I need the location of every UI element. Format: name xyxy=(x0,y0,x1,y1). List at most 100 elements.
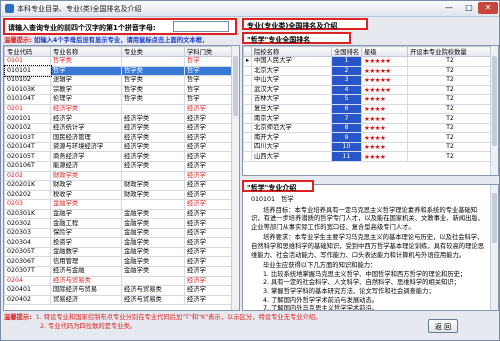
rank-row[interactable]: 复旦大学 6 ★★★★ T2 xyxy=(243,103,493,115)
major-row[interactable]: 020301K 金融学 金融学类 经济学 xyxy=(4,208,234,220)
rank-cell-stars: ★★★★★ xyxy=(361,84,408,96)
intro-panel[interactable]: 010101 哲学 培养目标：本专业培养具有一定马克思主义哲学理论素养和系统的专… xyxy=(242,184,499,311)
rank-cell-count: T2 xyxy=(407,151,493,162)
major-row[interactable]: 0101 哲学类 哲学 xyxy=(4,56,234,67)
list-header-2[interactable]: 专业类 xyxy=(121,46,185,57)
rank-section-title: 专业(专业类)全国排名及介绍 xyxy=(242,18,368,30)
major-cell-cls: 哲学类 xyxy=(121,75,185,86)
major-row[interactable]: 020402 贸易经济 经济与贸易类 经济学 xyxy=(4,294,234,306)
major-row[interactable]: 020103T 国民经济管理 经济学类 经济学 xyxy=(4,132,234,143)
rank-row[interactable]: 四川大学 10 ★★★★ T2 xyxy=(243,141,493,153)
scrollbar-thumb[interactable] xyxy=(492,193,497,243)
rank-cell-rank: 4 xyxy=(331,84,362,96)
major-row[interactable]: 0204 经济与贸易类 经济学 xyxy=(4,275,234,287)
major-row[interactable]: 010104T 伦理学 哲学类 哲学 xyxy=(4,94,234,105)
list-scrollbar[interactable] xyxy=(231,46,239,310)
major-row[interactable]: 020303 保险学 金融学类 经济学 xyxy=(4,227,234,239)
major-cell-code: 020305T xyxy=(4,246,51,258)
pinyin-search-input[interactable] xyxy=(173,21,229,32)
major-cell-code: 020105T xyxy=(4,151,51,162)
major-cell-code: 020201K xyxy=(4,180,51,191)
rank-header-2[interactable]: 星级 xyxy=(361,46,408,57)
major-cell-code: 020302 xyxy=(4,218,51,229)
major-cell-cls: 金融学类 xyxy=(121,246,185,258)
rank-cell-rank: 7 xyxy=(331,113,362,124)
major-row[interactable]: 020102 经济统计学 经济学类 经济学 xyxy=(4,122,234,134)
rank-row[interactable]: 北京大学 2 ★★★★★ T2 xyxy=(243,65,493,77)
major-cell-cls: 哲学类 xyxy=(121,94,185,105)
rank-row[interactable]: 南开大学 9 ★★★★ T2 xyxy=(243,132,493,143)
major-cell-cls xyxy=(121,275,185,287)
major-row[interactable]: 020304 投资学 金融学类 经济学 xyxy=(4,237,234,248)
scrollbar-thumb[interactable] xyxy=(492,56,497,146)
intro-requirement: 培养要求：本专业学生主要学习马克思主义的基本理论与历史，以及社会科学、自然科学和… xyxy=(251,234,484,259)
app-window: 本科专业目录、专业(类)全国排名及介绍 — □ ✕ 请输入查询专业的前四个汉字的… xyxy=(0,0,500,341)
list-header-3[interactable]: 学科门类 xyxy=(184,46,234,57)
major-cell-code: 020401 xyxy=(4,285,51,296)
major-row[interactable]: 0202 财政学类 经济学 xyxy=(4,170,234,182)
intro-name: 哲学 xyxy=(281,196,294,203)
major-row[interactable]: 020202 税收学 财政学类 经济学 xyxy=(4,189,234,201)
major-row[interactable]: 020302 金融工程 金融学类 经济学 xyxy=(4,218,234,229)
intro-heading: 010101 哲学 xyxy=(251,196,489,205)
list-header-0[interactable]: 专业代码 xyxy=(4,46,51,57)
major-cell-door: 经济学 xyxy=(184,294,234,306)
major-row[interactable]: 0201 经济学类 经济学 xyxy=(4,103,234,115)
intro-ability-item: 7. 了解国内外马克思主义哲学学术前沿。 xyxy=(263,305,379,311)
major-cell-name: 哲学 xyxy=(50,65,122,77)
major-cell-name: 国际经济与贸易 xyxy=(50,285,122,296)
major-row[interactable]: 020104T 资源与环境经济学 经济学类 经济学 xyxy=(4,141,234,153)
major-cell-name: 商务经济学 xyxy=(50,151,122,162)
major-list-table[interactable]: 专业代码 专业名称 专业类 学科门类 0101 哲学类 哲学 010101 哲学 哲学类 哲学 01… xyxy=(3,45,240,311)
major-cell-cls xyxy=(121,199,185,210)
major-cell-code: 020306T xyxy=(4,256,51,268)
major-cell-name: 税收学 xyxy=(50,189,122,201)
major-cell-cls: 经济学类 xyxy=(121,161,185,172)
rank-row[interactable]: 北京师范大学 8 ★★★★ T2 xyxy=(243,122,493,134)
rank-header-3[interactable]: 开设本专业院校数量 xyxy=(407,46,493,57)
major-cell-code: 0201 xyxy=(4,103,51,115)
major-row[interactable]: 020401 国际经济与贸易 经济与贸易类 经济学 xyxy=(4,285,234,296)
close-button[interactable]: ✕ xyxy=(478,2,498,14)
major-row[interactable]: 010102 逻辑学 哲学类 哲学 xyxy=(4,75,234,86)
intro-ability-item: 3. 掌握哲学学科的基本研究方法、论文写作和社会调查能力； xyxy=(263,287,435,295)
major-row[interactable]: 0203 金融学类 经济学 xyxy=(4,199,234,210)
rank-header-0[interactable]: 院校名称 xyxy=(251,46,332,57)
major-row[interactable]: 020305T 金融数学 金融学类 经济学 xyxy=(4,246,234,258)
rank-scrollbar[interactable] xyxy=(490,46,498,175)
rank-row[interactable]: 武汉大学 4 ★★★★★ T2 xyxy=(243,84,493,96)
major-row[interactable]: 020201K 财政学 财政学类 经济学 xyxy=(4,180,234,191)
intro-goal: 培养目标：本专业培养具有一定马克思主义哲学理论素养和系统的专业基础知识，有进一步… xyxy=(251,206,484,231)
scrollbar-thumb[interactable] xyxy=(233,56,238,116)
rank-subtitle: "哲学"专业全国排名 xyxy=(242,32,351,44)
rank-row[interactable]: 吉林大学 5 ★★★★ T2 xyxy=(243,94,493,105)
rank-row[interactable]: 山西大学 11 ★★★★ T2 xyxy=(243,151,493,162)
maximize-button[interactable]: □ xyxy=(459,2,479,14)
rank-cell-rank: 10 xyxy=(331,141,362,153)
major-cell-code: 020301K xyxy=(4,208,51,220)
back-button[interactable]: 返 回 xyxy=(428,319,458,333)
intro-scrollbar[interactable] xyxy=(490,185,498,310)
rank-row[interactable]: 南京大学 7 ★★★★ T2 xyxy=(243,113,493,124)
list-header-1[interactable]: 专业名称 xyxy=(50,46,122,57)
ranking-table[interactable]: 院校名称 全国排名 星级 开设本专业院校数量 ▸ 中国人民大学 1 ★★★★★ T2 北京大学 2… xyxy=(242,45,499,176)
major-cell-door: 经济学 xyxy=(184,246,234,258)
rank-header-1[interactable]: 全国排名 xyxy=(331,46,362,57)
rank-row[interactable]: ▸ 中国人民大学 1 ★★★★★ T2 xyxy=(243,56,493,67)
rank-cell-rank: 11 xyxy=(331,151,362,162)
major-row[interactable]: 010103K 宗教学 哲学类 哲学 xyxy=(4,84,234,96)
rank-cell-count: T2 xyxy=(407,113,493,124)
major-row[interactable]: 020307T 经济与金融 金融学类 经济学 xyxy=(4,266,234,277)
major-row[interactable]: 020306T 信用管理 金融学类 经济学 xyxy=(4,256,234,268)
major-cell-door: 哲学 xyxy=(184,65,234,77)
minimize-button[interactable]: — xyxy=(439,2,459,14)
rank-cell-school: 山西大学 xyxy=(251,151,332,162)
major-row[interactable]: 010101 哲学 哲学类 哲学 xyxy=(4,65,234,77)
major-row[interactable]: 020105T 商务经济学 经济学类 经济学 xyxy=(4,151,234,162)
rank-cell-school: 北京大学 xyxy=(251,65,332,77)
major-cell-name: 金融数学 xyxy=(50,246,122,258)
rank-row[interactable]: 中山大学 3 ★★★★★ T2 xyxy=(243,75,493,86)
major-row[interactable]: 020106T 能源经济 经济学类 经济学 xyxy=(4,161,234,172)
major-row[interactable]: 020101 经济学 经济学类 经济学 xyxy=(4,113,234,124)
major-cell-code: 020304 xyxy=(4,237,51,248)
